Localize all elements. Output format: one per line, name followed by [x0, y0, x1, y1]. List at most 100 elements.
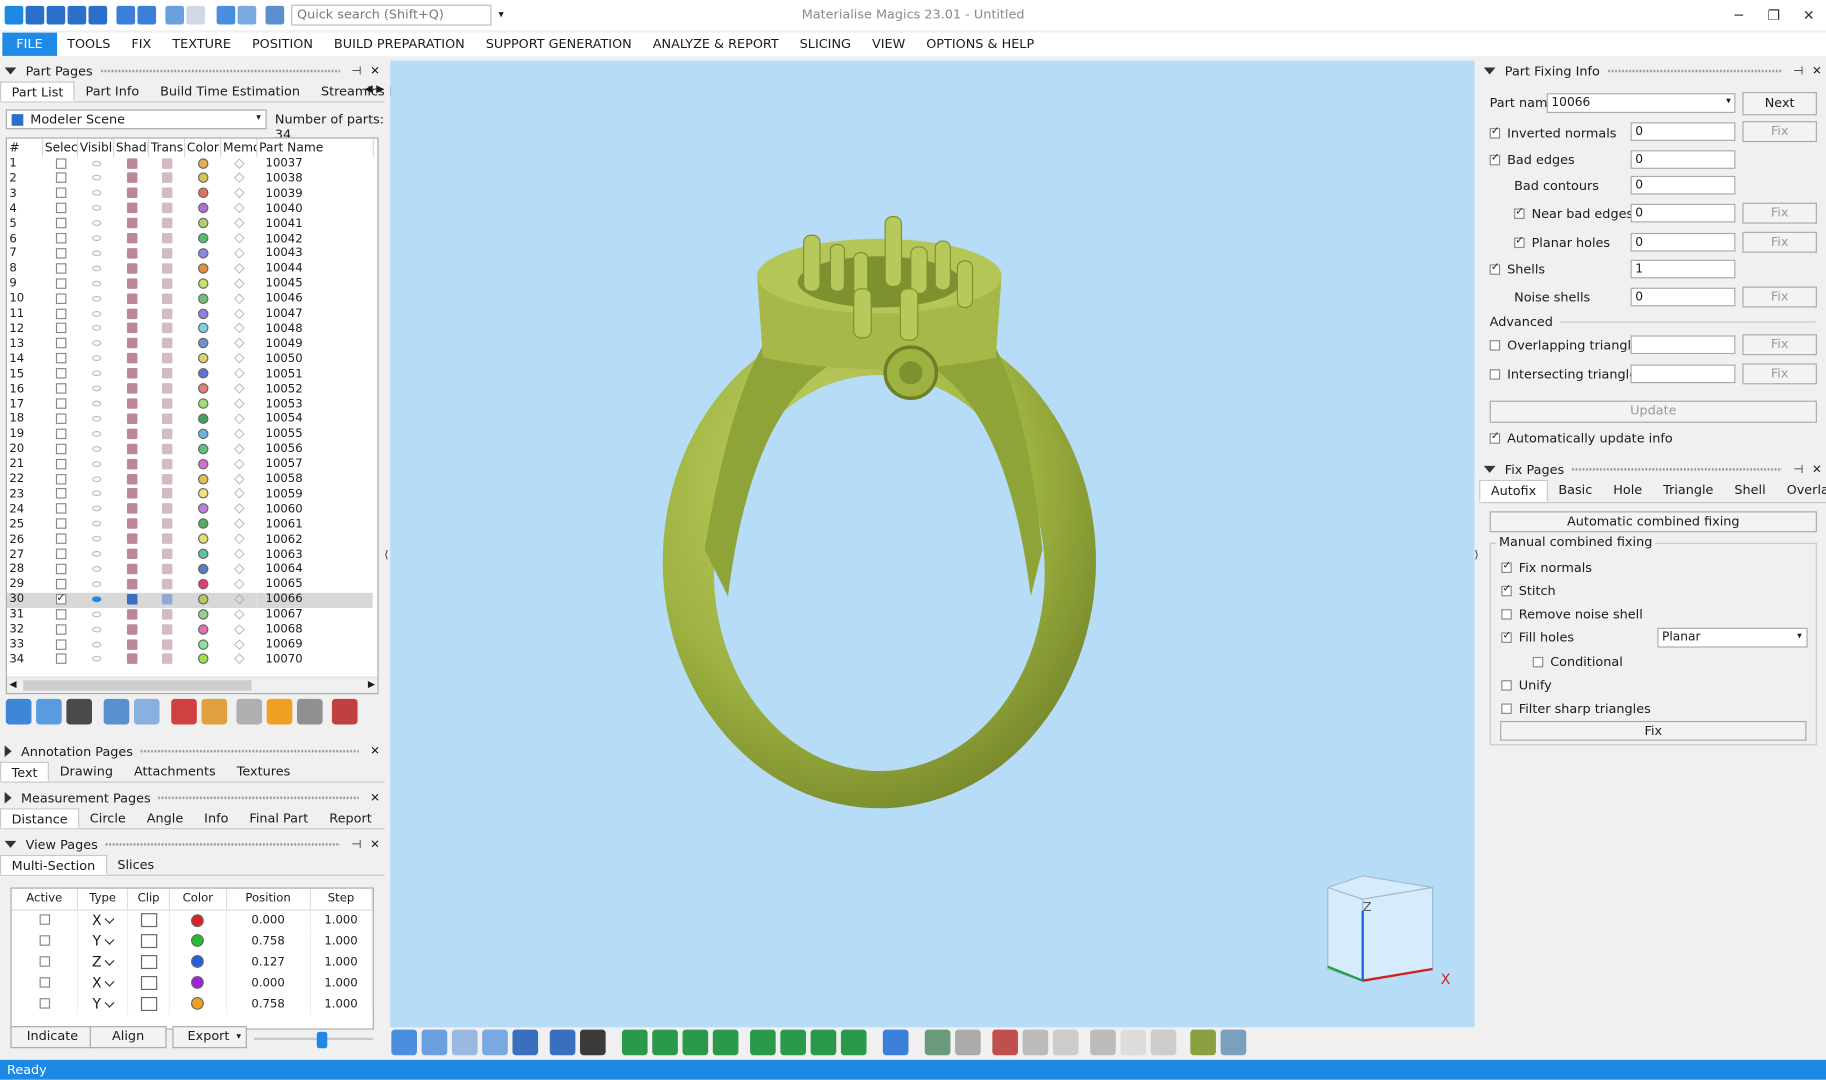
pin-icon[interactable]: ⊣ [1789, 65, 1808, 78]
table-row[interactable]: 23 10059 [7, 488, 373, 503]
zoom-icon[interactable] [391, 1029, 417, 1056]
column-header[interactable]: Clip [127, 888, 171, 911]
mark-window-icon[interactable] [750, 1029, 776, 1056]
column-header[interactable]: Part Name [256, 138, 374, 158]
eye-icon[interactable] [91, 430, 101, 437]
close-icon[interactable]: ✕ [1791, 0, 1826, 30]
inverted-normals-checkbox[interactable] [1489, 126, 1501, 139]
table-row[interactable]: 13 10049 [7, 338, 373, 353]
close-pane-icon[interactable]: ✕ [1808, 463, 1826, 476]
section-step[interactable]: 1.000 [309, 951, 373, 973]
table-row[interactable]: 12 10048 [7, 323, 373, 338]
eye-icon[interactable] [91, 205, 101, 212]
mark-connected-icon[interactable] [780, 1029, 806, 1056]
table-row[interactable]: 21 10057 [7, 458, 373, 473]
delete-part-icon[interactable] [171, 698, 197, 725]
shading-cube-icon[interactable] [126, 383, 137, 394]
color-swatch[interactable] [197, 443, 209, 454]
transparency-cube-icon[interactable] [161, 533, 173, 545]
menu-tools[interactable]: TOOLS [57, 33, 121, 56]
tag-icon[interactable] [236, 698, 263, 725]
color-swatch[interactable] [197, 368, 209, 379]
table-row[interactable]: 14 10050 [7, 353, 373, 368]
select-checkbox[interactable] [55, 458, 66, 469]
shading-cube-icon[interactable] [126, 638, 137, 650]
column-header[interactable]: Visibl [76, 138, 114, 158]
mark-tool-3-icon[interactable] [1150, 1029, 1177, 1056]
table-row[interactable]: 28 10064 [7, 563, 373, 578]
align-button[interactable]: Align [89, 1026, 167, 1049]
select-checkbox[interactable] [55, 308, 66, 319]
shading-cube-icon[interactable] [126, 248, 137, 259]
indicate-button[interactable]: Indicate [10, 1026, 95, 1049]
shading-cube-icon[interactable] [126, 323, 137, 334]
column-header[interactable]: Select [41, 138, 78, 158]
select-checkbox[interactable] [55, 202, 66, 214]
save-as-icon[interactable] [88, 5, 108, 25]
column-header[interactable]: Memo [220, 138, 257, 158]
column-header[interactable]: Position [226, 888, 311, 911]
select-checkbox[interactable] [55, 383, 66, 394]
active-checkbox[interactable] [39, 935, 50, 946]
color-swatch[interactable] [197, 353, 209, 364]
column-header[interactable]: # [6, 138, 43, 158]
color-swatch[interactable] [197, 187, 209, 199]
transparency-cube-icon[interactable] [161, 323, 173, 334]
table-row[interactable]: 18 10054 [7, 413, 373, 428]
color-swatch[interactable] [197, 293, 209, 304]
column-header[interactable]: Trans [147, 138, 185, 158]
color-swatch[interactable] [197, 398, 209, 409]
transparency-cube-icon[interactable] [161, 172, 173, 184]
menu-build-preparation[interactable]: BUILD PREPARATION [323, 33, 475, 56]
remove-noise-shell-checkbox[interactable] [1501, 609, 1512, 620]
color-swatch[interactable] [197, 338, 209, 349]
overlapping-triangles-checkbox[interactable] [1489, 340, 1501, 351]
box-icon[interactable] [296, 698, 323, 725]
shading-cube-icon[interactable] [126, 473, 137, 484]
eye-icon[interactable] [91, 520, 101, 527]
color-swatch[interactable] [197, 202, 209, 214]
tab-view-slices[interactable]: Slices [107, 855, 165, 875]
section-step[interactable]: 1.000 [309, 972, 373, 994]
section-position[interactable]: 0.758 [226, 930, 311, 952]
section-row[interactable]: X 0.000 1.000 [11, 909, 373, 931]
section-row[interactable]: Y 0.758 1.000 [11, 930, 373, 952]
transparency-cube-icon[interactable] [161, 202, 173, 214]
select-checkbox[interactable] [55, 563, 66, 575]
shading-cube-icon[interactable] [126, 293, 137, 304]
tab-fix-overla[interactable]: Overla [1776, 480, 1826, 502]
menu-fix[interactable]: FIX [121, 33, 162, 56]
fix-normals-checkbox[interactable] [1501, 560, 1512, 574]
mark-grow-icon[interactable] [955, 1029, 981, 1056]
color-swatch[interactable] [197, 413, 209, 424]
transparency-cube-icon[interactable] [161, 443, 173, 454]
select-checkbox[interactable] [55, 232, 66, 244]
menu-support-generation[interactable]: SUPPORT GENERATION [475, 33, 642, 56]
shading-icon[interactable] [1190, 1029, 1216, 1056]
mark-surface-icon[interactable] [682, 1029, 709, 1056]
mark-expand-icon[interactable] [924, 1029, 951, 1056]
table-row[interactable]: 30 10066 [6, 591, 373, 609]
mark-tool-icon[interactable] [1090, 1029, 1116, 1056]
export-icon[interactable] [137, 5, 157, 25]
pin-icon[interactable]: ⊣ [347, 838, 366, 851]
wireframe-icon[interactable] [1220, 1029, 1247, 1056]
select-checkbox[interactable] [55, 533, 66, 545]
select-all-icon[interactable] [5, 698, 32, 725]
tab-fix-shell[interactable]: Shell [1724, 480, 1776, 502]
transparency-cube-icon[interactable] [161, 353, 173, 364]
select-checkbox[interactable] [55, 413, 66, 424]
fill-holes-checkbox[interactable] [1501, 630, 1512, 643]
select-checkbox[interactable] [55, 638, 66, 650]
table-row[interactable]: 24 10060 [7, 503, 373, 518]
column-header[interactable]: Color [184, 138, 221, 158]
tab-measurement-circle[interactable]: Circle [79, 808, 136, 828]
select-checkbox[interactable] [55, 278, 66, 289]
select-checkbox[interactable] [55, 217, 66, 229]
deselect-icon[interactable] [237, 5, 257, 25]
select-checkbox[interactable] [55, 157, 66, 169]
select-checkbox[interactable] [55, 187, 66, 199]
transparency-cube-icon[interactable] [161, 232, 173, 244]
near-bad-edges-checkbox[interactable] [1514, 206, 1525, 219]
new-file-icon[interactable] [25, 5, 45, 25]
